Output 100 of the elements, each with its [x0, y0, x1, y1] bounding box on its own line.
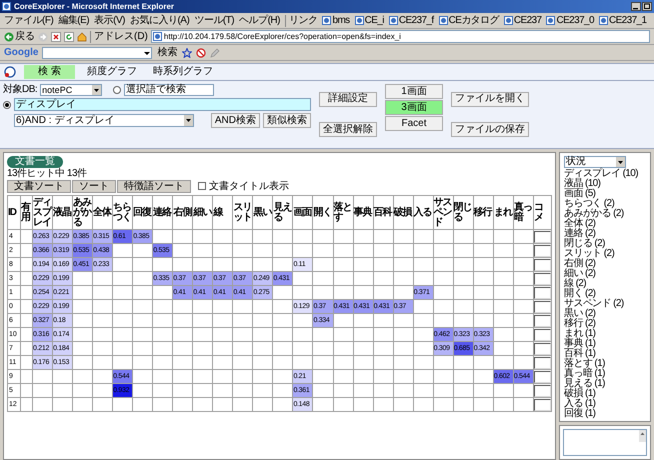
- query-field[interactable]: ディスプレイ: [14, 98, 311, 111]
- menu-item[interactable]: ツール(T): [194, 14, 234, 26]
- detail-settings-button[interactable]: 詳細設定: [319, 92, 377, 107]
- facet-select[interactable]: 状況: [564, 156, 626, 168]
- facet-item[interactable]: 線 (2): [564, 279, 586, 289]
- clear-selection-button[interactable]: 全選択解除: [319, 122, 377, 138]
- home-icon[interactable]: [77, 32, 87, 42]
- back-button[interactable]: 戻る: [4, 30, 35, 42]
- stop-icon[interactable]: [51, 32, 61, 42]
- link[interactable]: CE237_f: [398, 14, 434, 26]
- google-search-field[interactable]: [42, 46, 152, 58]
- comment-field[interactable]: [534, 300, 551, 312]
- column-header: ちらつく: [113, 202, 132, 222]
- facet-item[interactable]: 画面 (5): [564, 189, 596, 199]
- link[interactable]: CE237: [514, 14, 542, 26]
- facet-item[interactable]: 落とす (1): [564, 359, 605, 369]
- caret-icon: [184, 115, 193, 126]
- column-header: 真っ暗: [514, 202, 533, 222]
- page-icon: [504, 16, 513, 25]
- facet-item[interactable]: 開く (2): [564, 289, 596, 299]
- back-arrow-icon: [4, 32, 14, 42]
- link[interactable]: CE237_1: [608, 14, 646, 26]
- view-button[interactable]: 3画面: [385, 100, 443, 115]
- star-icon[interactable]: [182, 48, 192, 58]
- page-icon: [354, 16, 364, 25]
- comment-field[interactable]: [534, 286, 551, 298]
- facet-item[interactable]: あみがかる (2): [564, 209, 624, 219]
- facet-item[interactable]: 細い (2): [564, 269, 596, 279]
- facet-item[interactable]: サスペンド (2): [564, 299, 624, 309]
- comment-field[interactable]: [534, 230, 551, 242]
- db-select[interactable]: notePC: [40, 84, 102, 96]
- facet-item[interactable]: まれ (1): [564, 329, 596, 339]
- checkbox-label: 文書タイトル表示: [209, 180, 289, 192]
- column-header: 有用: [21, 202, 32, 222]
- facet-item[interactable]: 回復 (1): [564, 409, 596, 419]
- google-search-button[interactable]: 検索: [156, 46, 178, 58]
- radio-button[interactable]: [113, 86, 122, 94]
- facet-item[interactable]: 連絡 (2): [564, 229, 596, 239]
- app-logo-icon: [4, 66, 16, 78]
- menu-item[interactable]: ファイル(F): [4, 14, 54, 26]
- facet-item[interactable]: 百科 (1): [564, 349, 596, 359]
- menu-item[interactable]: 編集(E): [58, 14, 90, 26]
- save-file-button[interactable]: ファイルの保存: [451, 122, 529, 138]
- comment-field[interactable]: [534, 328, 551, 340]
- text-area[interactable]: [563, 429, 647, 456]
- menu-item[interactable]: ヘルプ(H): [239, 14, 280, 26]
- app-tab[interactable]: 頻度グラフ: [82, 65, 141, 79]
- column-header: スリット: [233, 202, 252, 222]
- comment-field[interactable]: [534, 272, 551, 284]
- facet-item[interactable]: 黒い (2): [564, 309, 596, 319]
- menu-item[interactable]: 表示(V): [94, 14, 125, 26]
- facet-item[interactable]: ディスプレイ (10): [564, 169, 638, 179]
- facet-item[interactable]: 破損 (1): [564, 389, 596, 399]
- comment-field[interactable]: [534, 258, 551, 270]
- link[interactable]: CE_i: [364, 14, 384, 26]
- keyword-field[interactable]: 選択語で検索: [124, 84, 214, 96]
- similar-search-button[interactable]: 類似検索: [263, 113, 311, 128]
- google-logo: Google: [4, 46, 38, 58]
- minimize-icon[interactable]: [631, 2, 641, 11]
- facet-item[interactable]: 入る (1): [564, 399, 596, 409]
- view-button[interactable]: 1画面: [385, 84, 443, 99]
- facet-item[interactable]: 右側 (2): [564, 259, 596, 269]
- sort-button[interactable]: 特徴語ソート: [117, 180, 191, 192]
- facet-item[interactable]: 閉じる (2): [564, 239, 605, 249]
- address-field[interactable]: http://10.204.179.58/CoreExplorer/ces?operation=open&fs=index_i: [150, 30, 650, 43]
- caret-icon: [616, 157, 625, 167]
- facet-item[interactable]: 移行 (2): [564, 319, 596, 329]
- comment-field[interactable]: [534, 356, 551, 368]
- link[interactable]: CE237_0: [556, 14, 594, 26]
- facet-item[interactable]: ちらつく (2): [564, 199, 614, 209]
- menu-item[interactable]: お気に入り(A): [130, 14, 190, 26]
- open-file-button[interactable]: ファイルを開く: [451, 92, 529, 107]
- app-tab[interactable]: 検 索: [24, 65, 75, 79]
- checkbox[interactable]: [198, 182, 206, 190]
- facet-item[interactable]: 見える (1): [564, 379, 605, 389]
- comment-field[interactable]: [534, 244, 551, 256]
- radio-button[interactable]: [3, 100, 11, 108]
- comment-field[interactable]: [534, 314, 551, 326]
- panel-tab[interactable]: 文書一覧: [7, 156, 63, 168]
- and-search-button[interactable]: AND検索: [210, 113, 260, 128]
- comment-field[interactable]: [534, 370, 551, 382]
- app-tab[interactable]: 時系列グラフ: [148, 65, 217, 79]
- facet-item[interactable]: 真っ暗 (1): [564, 369, 605, 379]
- view-button[interactable]: Facet: [385, 116, 443, 131]
- comment-field[interactable]: [534, 342, 551, 354]
- comment-field[interactable]: [534, 398, 551, 410]
- history-select[interactable]: 6)AND : ディスプレイ: [14, 114, 194, 127]
- refresh-icon[interactable]: [64, 32, 74, 42]
- comment-field[interactable]: [534, 384, 551, 396]
- facet-item[interactable]: 液晶 (10): [564, 179, 600, 189]
- facet-item[interactable]: 事典 (1): [564, 339, 596, 349]
- link[interactable]: CEカタログ: [448, 14, 499, 26]
- maximize-icon[interactable]: [642, 2, 652, 11]
- sort-button[interactable]: 文書ソート: [7, 180, 71, 192]
- link[interactable]: bms: [332, 14, 350, 26]
- facet-item[interactable]: 全体 (2): [564, 219, 596, 229]
- block-icon[interactable]: [196, 48, 206, 58]
- facet-item[interactable]: スリット (2): [564, 249, 614, 259]
- address-label: アドレス(D): [90, 30, 148, 42]
- sort-button[interactable]: ソート: [72, 180, 116, 192]
